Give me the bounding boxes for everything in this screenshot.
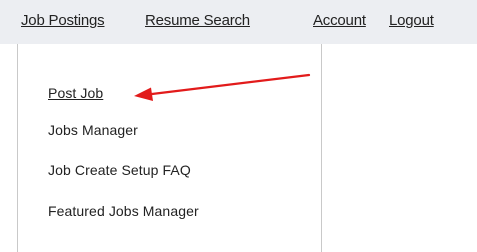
top-nav-bar: Job Postings Resume Search Account Logou… bbox=[0, 0, 477, 44]
page: Job Postings Resume Search Account Logou… bbox=[0, 0, 477, 252]
job-postings-dropdown-menu: Post Job Jobs Manager Job Create Setup F… bbox=[17, 44, 322, 252]
menu-item-featured-jobs-manager[interactable]: Featured Jobs Manager bbox=[48, 203, 199, 219]
menu-item-job-create-setup-faq[interactable]: Job Create Setup FAQ bbox=[48, 162, 191, 178]
menu-item-jobs-manager[interactable]: Jobs Manager bbox=[48, 122, 138, 138]
menu-item-post-job[interactable]: Post Job bbox=[48, 85, 103, 101]
nav-logout[interactable]: Logout bbox=[389, 12, 434, 29]
nav-job-postings[interactable]: Job Postings bbox=[21, 12, 105, 29]
nav-account[interactable]: Account bbox=[313, 12, 366, 29]
nav-resume-search[interactable]: Resume Search bbox=[145, 12, 250, 29]
